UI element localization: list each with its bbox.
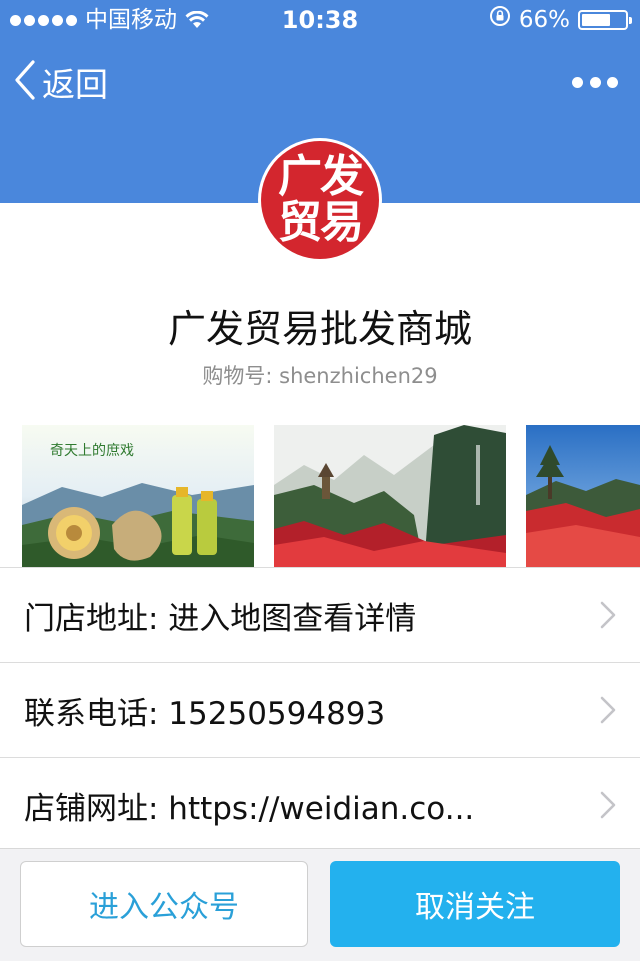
shop-avatar[interactable]: 广发 贸易 <box>258 138 382 262</box>
chevron-left-icon <box>14 60 36 104</box>
shop-id: 购物号: shenzhichen29 <box>202 364 438 388</box>
back-label: 返回 <box>42 65 108 104</box>
back-button[interactable]: 返回 <box>14 58 108 106</box>
avatar-logo: 广发 贸易 <box>261 141 379 259</box>
avatar-text-line2: 贸易 <box>278 197 364 248</box>
store-address-row[interactable]: 门店地址: 进入地图查看详情 <box>0 568 640 663</box>
battery-icon <box>578 10 632 30</box>
rotation-lock-icon <box>489 0 511 40</box>
gallery-photo[interactable] <box>526 425 640 567</box>
store-address-label: 门店地址: 进入地图查看详情 <box>24 600 417 637</box>
website-label: 店铺网址: https://weidian.co... <box>24 790 475 827</box>
website-row[interactable]: 店铺网址: https://weidian.co... <box>0 758 640 853</box>
shop-name: 广发贸易批发商城 <box>167 307 472 351</box>
gallery-photo[interactable] <box>274 425 506 567</box>
photo-gallery[interactable]: 奇天上的庶戏 <box>0 425 640 567</box>
phone-row[interactable]: 联系电话: 15250594893 <box>0 663 640 758</box>
chevron-right-icon <box>600 791 616 823</box>
enter-official-account-button[interactable]: 进入公众号 <box>20 861 308 947</box>
battery-percent: 66% <box>518 7 570 33</box>
bottom-action-bar: 进入公众号 取消关注 <box>0 848 640 961</box>
info-list: 门店地址: 进入地图查看详情 联系电话: 15250594893 店铺网址: h… <box>0 567 640 853</box>
unfollow-button[interactable]: 取消关注 <box>330 861 620 947</box>
phone-label: 联系电话: 15250594893 <box>24 695 386 732</box>
status-right: 66% <box>489 0 632 40</box>
photo-caption: 奇天上的庶戏 <box>50 442 134 459</box>
chevron-right-icon <box>600 601 616 633</box>
status-bar: 中国移动 10:38 66% <box>0 0 640 40</box>
more-dots-icon[interactable] <box>572 70 618 94</box>
gallery-photo[interactable]: 奇天上的庶戏 <box>22 425 254 567</box>
chevron-right-icon <box>600 696 616 728</box>
avatar-text-line1: 广发 <box>278 151 364 202</box>
